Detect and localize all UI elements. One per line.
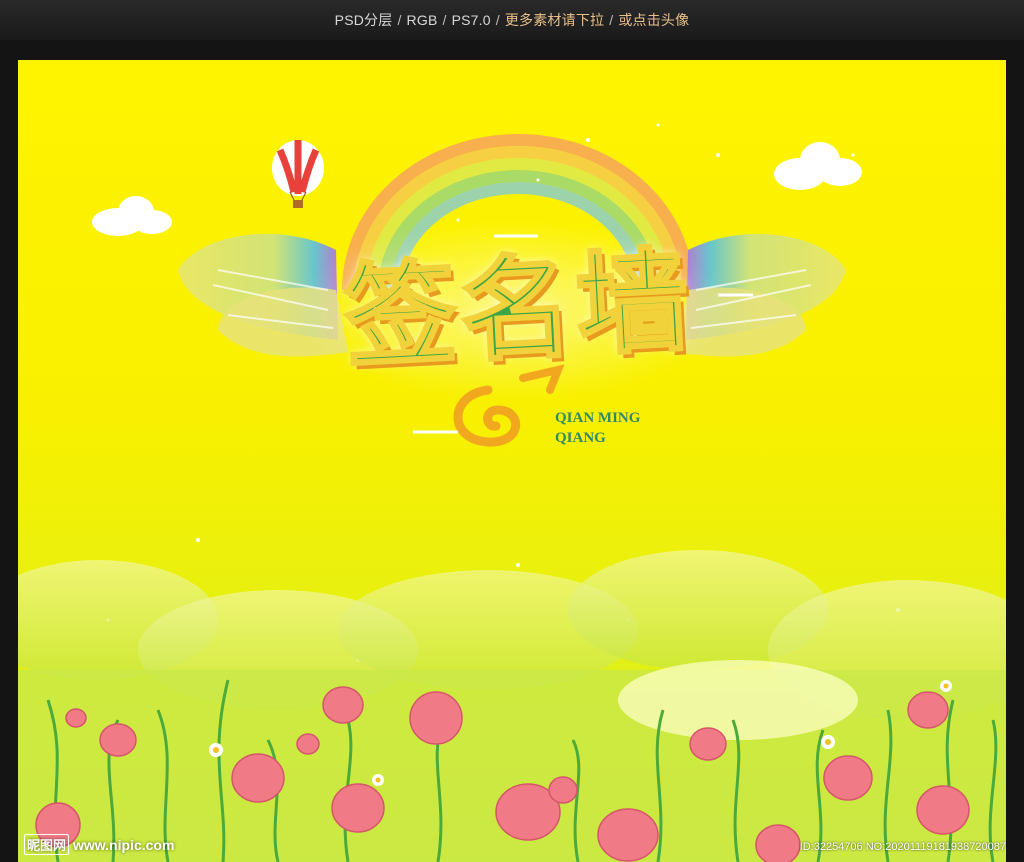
header-avatar-link[interactable]: 或点击头像: [618, 10, 689, 30]
title-pinyin-line2: QIANG: [555, 430, 606, 446]
site-watermark: 昵图网 www.nipic.com: [24, 834, 174, 855]
title-pinyin: QIAN MING QIANG: [555, 408, 640, 448]
header-separator: /: [397, 12, 402, 28]
cloud-icon: [92, 196, 172, 236]
header-segment-rgb: RGB: [406, 12, 438, 28]
header-separator: /: [495, 12, 500, 28]
header-separator: /: [442, 12, 447, 28]
cloud-icon: [774, 142, 862, 190]
header-bar: PSD分层 / RGB / PS7.0 / 更多素材请下拉 / 或点击头像: [0, 0, 1024, 40]
artwork-scene: [18, 123, 1006, 862]
title-pinyin-line1: QIAN MING: [555, 410, 641, 426]
image-id-watermark: ID:32254706 NO:20201119181938720087: [799, 841, 1006, 853]
header-separator: /: [609, 12, 614, 28]
site-logo: 昵图网: [24, 834, 70, 855]
header-more-link[interactable]: 更多素材请下拉: [505, 10, 604, 30]
hot-air-balloon-icon: [272, 140, 324, 208]
header-segment-ps: PS7.0: [451, 12, 491, 28]
title-calligraphy: 签名墙: [340, 234, 697, 385]
header-segment-psd: PSD分层: [334, 12, 393, 28]
site-url[interactable]: www.nipic.com: [73, 837, 174, 853]
artwork-canvas: 签名墙 QIAN MING QIANG: [18, 60, 1006, 862]
